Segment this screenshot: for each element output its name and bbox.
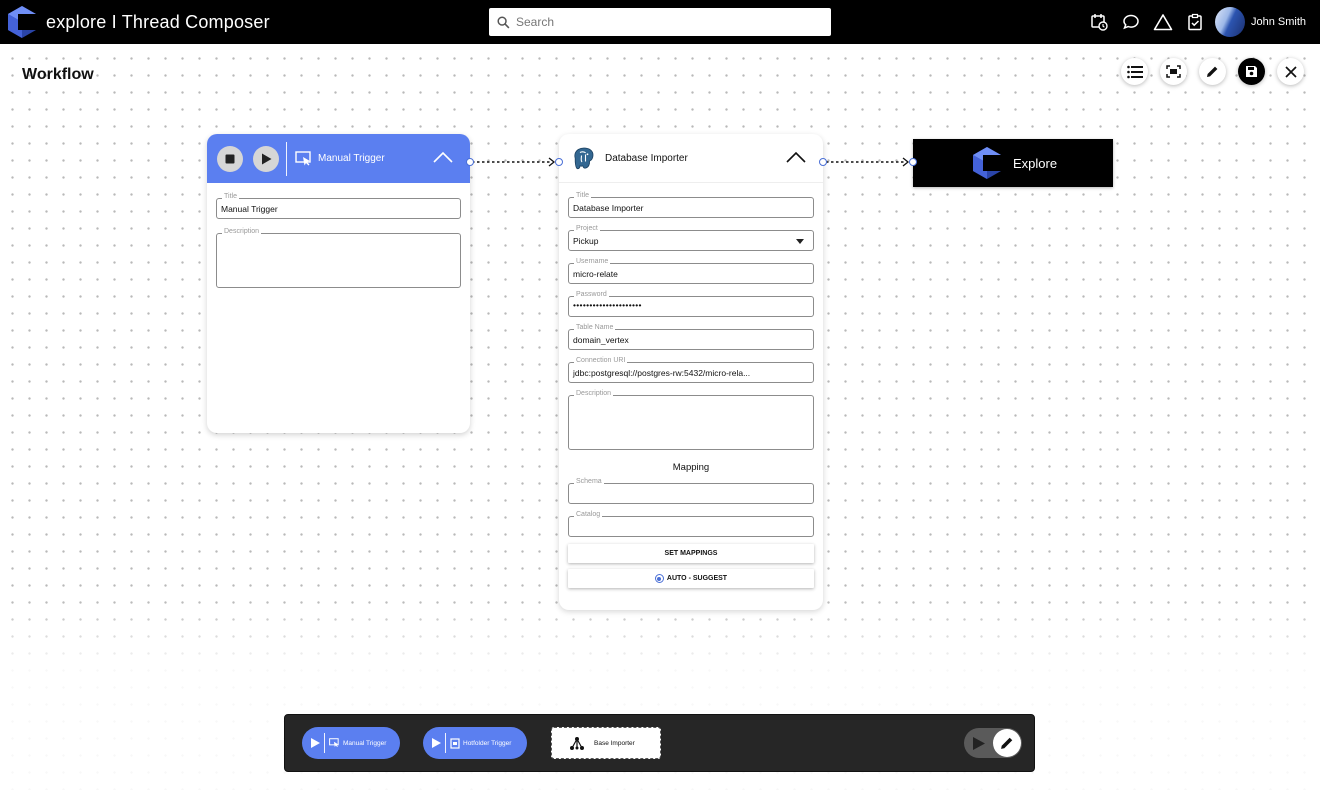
pill-divider	[324, 733, 325, 753]
palette-base-importer-label: Base Importer	[594, 739, 635, 747]
pill-divider	[445, 733, 446, 753]
manual-trigger-node-title: Manual Trigger	[318, 153, 385, 164]
field-value: jdbc:postgresql://postgres-rw:5432/micro…	[573, 368, 751, 378]
manual-trigger-node[interactable]: Manual Trigger Title Manual Trigger Desc…	[207, 134, 470, 433]
palette-hotfolder-trigger-label: Hotfolder Trigger	[463, 739, 512, 747]
play-icon	[973, 736, 985, 750]
db-input-port[interactable]	[555, 158, 563, 166]
catalog-field[interactable]: Catalog	[568, 510, 814, 537]
palette-manual-trigger-label: Manual Trigger	[343, 739, 387, 747]
field-label: Title	[574, 191, 591, 201]
password-field[interactable]: Password •••••••••••••••••••••	[568, 290, 814, 317]
database-importer-node-header: Database Importer	[559, 134, 823, 183]
trigger-description-field[interactable]: Description	[216, 227, 461, 288]
manual-trigger-icon	[295, 150, 311, 165]
field-value: Database Importer	[573, 203, 644, 213]
header-divider	[286, 141, 287, 176]
stop-button[interactable]	[217, 145, 243, 172]
field-label: Project	[574, 224, 600, 234]
field-label: Table Name	[574, 323, 616, 333]
auto-suggest-radio-icon	[654, 574, 664, 583]
schema-field[interactable]: Schema	[568, 477, 814, 504]
db-description-field[interactable]: Description	[568, 389, 814, 450]
field-label: Connection URI	[574, 356, 628, 366]
chevron-up-icon[interactable]	[786, 151, 806, 163]
connection-uri-field[interactable]: Connection URI jdbc:postgresql://postgre…	[568, 356, 814, 383]
chevron-up-icon[interactable]	[433, 151, 453, 163]
set-mappings-label: SET MAPPINGS	[664, 550, 718, 557]
field-value: domain_vertex	[573, 335, 629, 345]
palette-manual-trigger[interactable]: Manual Trigger	[302, 727, 400, 759]
dropdown-arrow-icon	[796, 239, 804, 244]
field-value: Pickup	[573, 236, 599, 246]
field-label: Description	[222, 227, 262, 237]
db-title-field[interactable]: Title Database Importer	[568, 191, 814, 218]
mode-toggle[interactable]	[964, 728, 1022, 758]
toggle-knob	[993, 729, 1021, 757]
manual-trigger-icon	[329, 738, 339, 747]
postgresql-icon	[574, 147, 594, 170]
run-button[interactable]	[253, 145, 279, 172]
database-importer-node-title: Database Importer	[605, 152, 688, 164]
trigger-title-field[interactable]: Title Manual Trigger	[216, 192, 461, 219]
manual-trigger-node-header: Manual Trigger	[207, 134, 470, 183]
explore-input-port[interactable]	[909, 158, 917, 166]
stop-icon	[225, 154, 235, 163]
field-label: Schema	[574, 477, 604, 487]
field-value: Manual Trigger	[221, 204, 278, 214]
explore-node-label: Explore	[1013, 155, 1058, 171]
field-label: Password	[574, 290, 609, 300]
auto-suggest-button[interactable]: AUTO - SUGGEST	[568, 569, 814, 588]
explore-node[interactable]: Explore	[913, 139, 1113, 187]
palette-hotfolder-trigger[interactable]: Hotfolder Trigger	[423, 727, 527, 759]
trigger-output-port[interactable]	[466, 158, 474, 166]
field-label: Title	[222, 192, 239, 202]
field-label: Catalog	[574, 510, 603, 520]
project-select[interactable]: Project Pickup	[568, 224, 814, 251]
db-output-port[interactable]	[819, 158, 827, 166]
field-label: Username	[574, 257, 611, 267]
edit-icon	[1001, 737, 1013, 749]
play-icon	[311, 738, 320, 748]
hotfolder-icon	[450, 737, 460, 749]
graph-nodes-icon	[570, 736, 584, 750]
table-name-field[interactable]: Table Name domain_vertex	[568, 323, 814, 350]
field-value: •••••••••••••••••••••	[573, 300, 642, 310]
play-icon	[432, 738, 441, 748]
auto-suggest-label: AUTO - SUGGEST	[666, 575, 728, 582]
mapping-section-title: Mapping	[672, 462, 710, 473]
field-value: micro-relate	[573, 269, 618, 279]
explore-logo-icon	[973, 147, 1001, 179]
field-label: Description	[574, 389, 614, 399]
play-icon	[261, 153, 271, 164]
node-palette: Manual Trigger Hotfolder Trigger Base Im…	[284, 714, 1035, 772]
database-importer-node[interactable]: Database Importer Title Database Importe…	[559, 134, 823, 610]
username-field[interactable]: Username micro-relate	[568, 257, 814, 284]
palette-base-importer[interactable]: Base Importer	[551, 727, 661, 759]
set-mappings-button[interactable]: SET MAPPINGS	[568, 544, 814, 563]
